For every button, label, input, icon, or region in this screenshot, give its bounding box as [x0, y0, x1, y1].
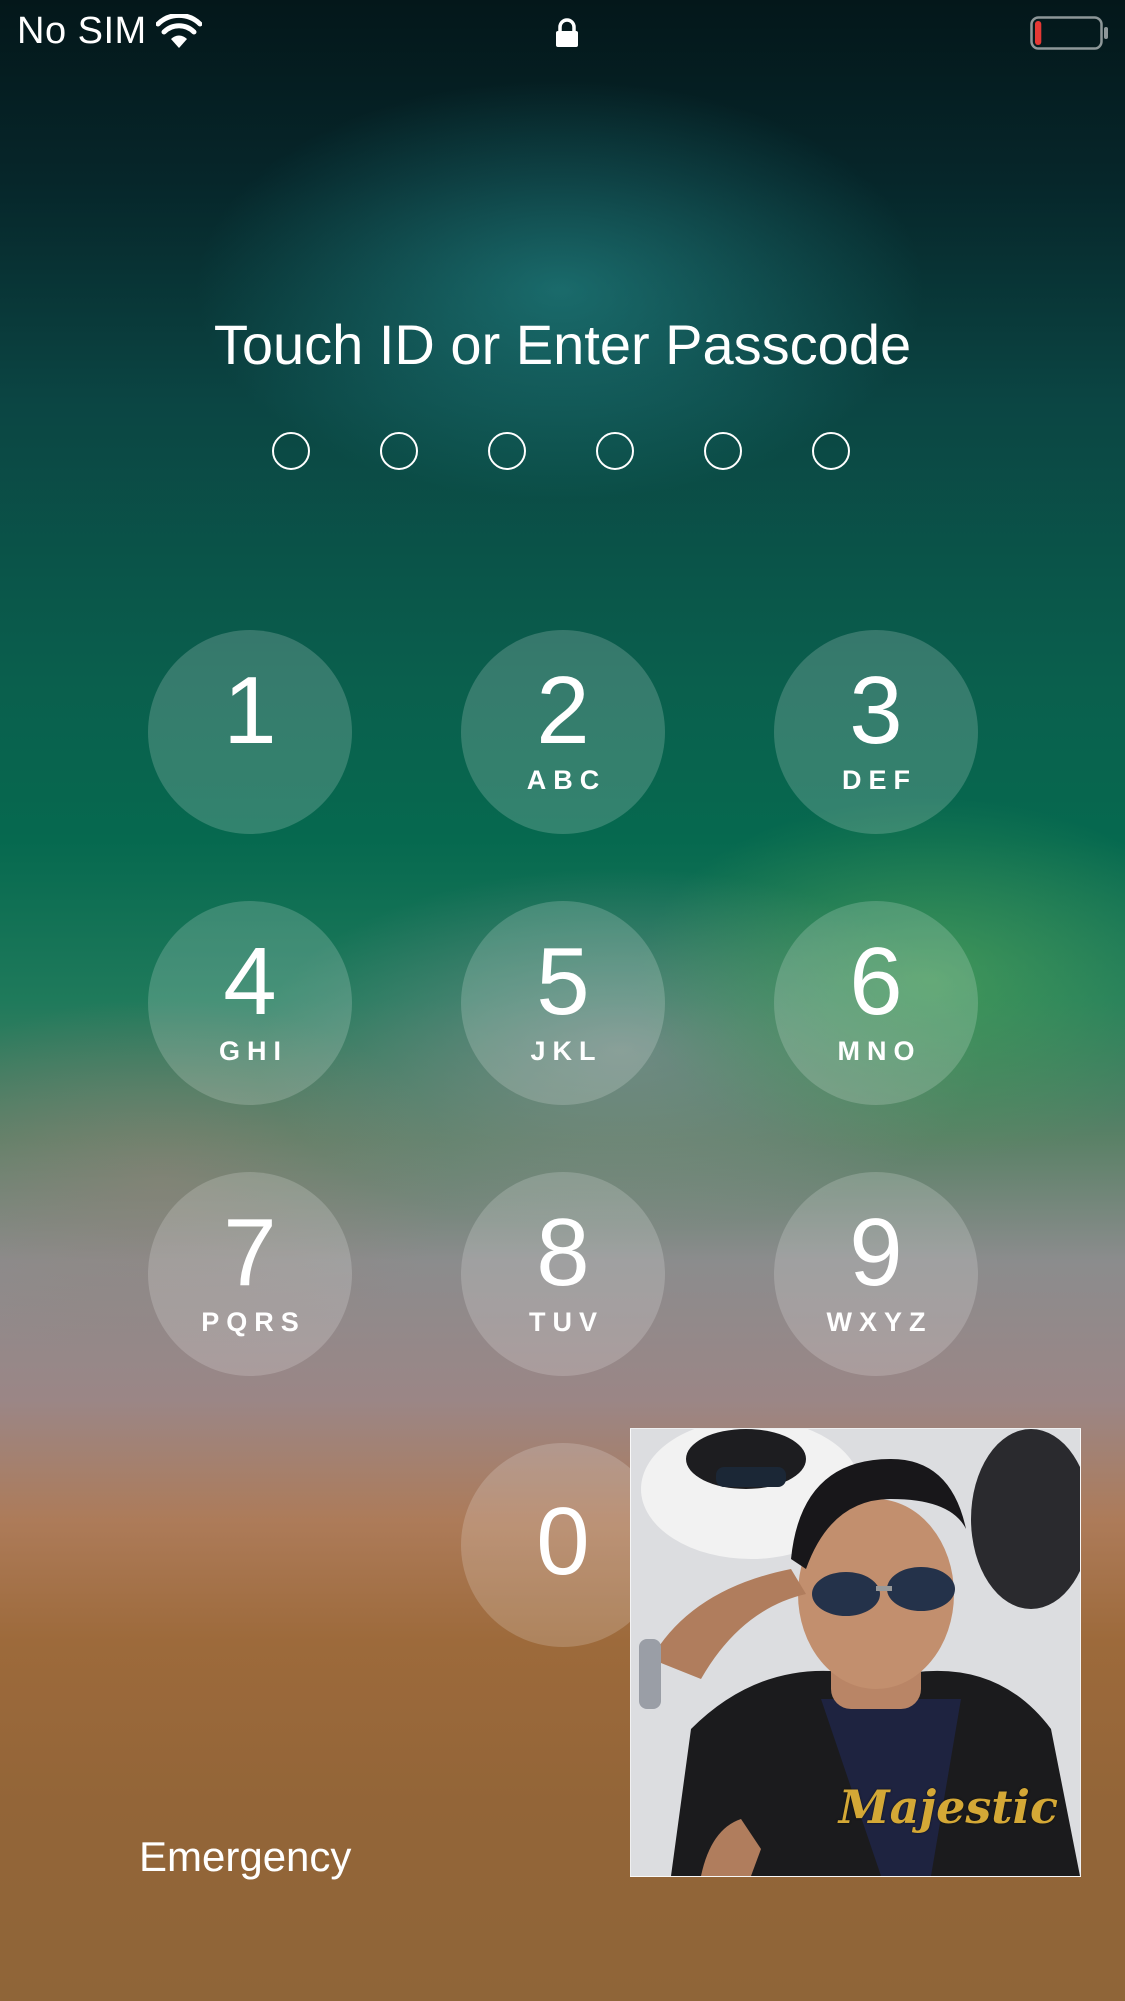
- keypad-key-5[interactable]: 5 JKL: [461, 901, 665, 1105]
- passcode-dot: [704, 432, 742, 470]
- keypad-digit: 4: [223, 928, 277, 1035]
- keypad-key-7[interactable]: 7 PQRS: [148, 1172, 352, 1376]
- keypad-digit: 1: [223, 657, 277, 764]
- wifi-icon: [156, 14, 202, 48]
- keypad-letters: PQRS: [201, 1307, 306, 1337]
- passcode-dot: [272, 432, 310, 470]
- keypad-digit: 3: [849, 657, 903, 764]
- passcode-dot: [596, 432, 634, 470]
- carrier-label: No SIM: [17, 10, 147, 52]
- overlay-photo: Majestic: [630, 1428, 1081, 1877]
- passcode-dot: [812, 432, 850, 470]
- keypad-letters: DEF: [842, 765, 917, 795]
- emergency-button[interactable]: Emergency: [139, 1833, 351, 1881]
- keypad-key-1[interactable]: 1: [148, 630, 352, 834]
- keypad-key-9[interactable]: 9 WXYZ: [774, 1172, 978, 1376]
- keypad-letters: WXYZ: [826, 1307, 933, 1337]
- keypad-digit: 8: [536, 1199, 590, 1306]
- keypad-digit: 2: [536, 657, 590, 764]
- keypad-key-3[interactable]: 3 DEF: [774, 630, 978, 834]
- keypad-letters: TUV: [529, 1307, 604, 1337]
- keypad-digit: 7: [223, 1199, 277, 1306]
- keypad-letters: MNO: [837, 1036, 922, 1066]
- passcode-dot: [380, 432, 418, 470]
- status-bar: No SIM: [0, 0, 1125, 70]
- keypad-digit: 0: [536, 1488, 590, 1595]
- keypad-key-6[interactable]: 6 MNO: [774, 901, 978, 1105]
- photo-watermark: Majestic: [838, 1780, 1058, 1834]
- keypad-digit: 9: [849, 1199, 903, 1306]
- passcode-dots: [0, 432, 1125, 474]
- keypad-letters: GHI: [218, 1036, 288, 1066]
- keypad-key-2[interactable]: 2 ABC: [461, 630, 665, 834]
- passcode-prompt-title: Touch ID or Enter Passcode: [213, 313, 912, 376]
- keypad-key-8[interactable]: 8 TUV: [461, 1172, 665, 1376]
- lock-icon: [556, 18, 578, 47]
- keypad-letters: JKL: [530, 1036, 603, 1066]
- keypad-digit: 6: [849, 928, 903, 1035]
- keypad-digit: 5: [536, 928, 590, 1035]
- passcode-dot: [488, 432, 526, 470]
- keypad-letters: ABC: [526, 765, 607, 795]
- battery-icon: [1030, 16, 1108, 50]
- keypad-key-4[interactable]: 4 GHI: [148, 901, 352, 1105]
